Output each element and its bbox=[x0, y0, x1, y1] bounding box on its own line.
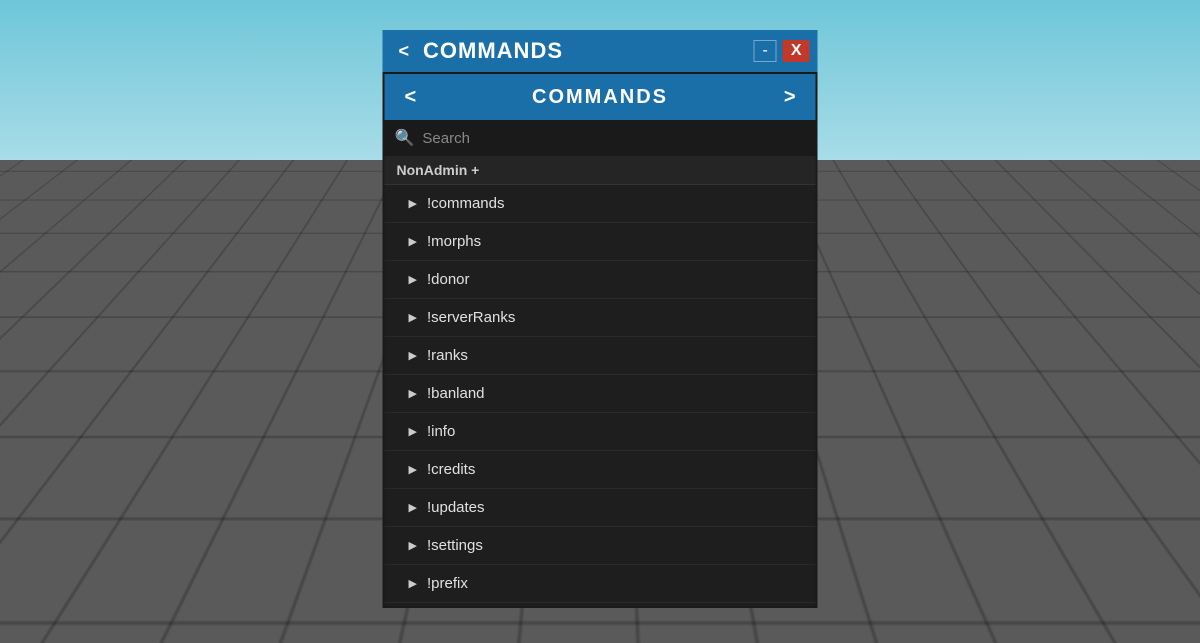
command-item[interactable]: ▶ !ranks bbox=[385, 337, 816, 375]
outer-titlebar: < COMMANDS - X bbox=[383, 30, 818, 72]
command-expand-arrow: ▶ bbox=[409, 425, 417, 438]
command-item[interactable]: ▶ !donor bbox=[385, 261, 816, 299]
nav-right-button[interactable]: > bbox=[774, 84, 806, 111]
command-name-label: !commands bbox=[427, 195, 505, 212]
command-expand-arrow: ▶ bbox=[409, 387, 417, 400]
command-name-label: !updates bbox=[427, 499, 485, 516]
command-name-label: !banland bbox=[427, 385, 485, 402]
command-item[interactable]: ▶ !credits bbox=[385, 451, 816, 489]
command-name-label: !prefix bbox=[427, 575, 468, 592]
command-item[interactable]: ▶ !commands bbox=[385, 185, 816, 223]
inner-titlebar: < COMMANDS > bbox=[385, 74, 816, 120]
commands-dialog: < COMMANDS - X < COMMANDS > 🔍 NonAdmin +… bbox=[383, 30, 818, 608]
close-button[interactable]: X bbox=[783, 40, 810, 62]
command-expand-arrow: ▶ bbox=[409, 501, 417, 514]
command-name-label: !ranks bbox=[427, 347, 468, 364]
command-item[interactable]: ▶ !updates bbox=[385, 489, 816, 527]
outer-title: COMMANDS bbox=[423, 38, 747, 64]
command-name-label: !info bbox=[427, 423, 455, 440]
command-name-label: !donor bbox=[427, 271, 470, 288]
command-name-label: !credits bbox=[427, 461, 475, 478]
minimize-button[interactable]: - bbox=[754, 40, 777, 62]
command-name-label: !morphs bbox=[427, 233, 481, 250]
search-bar: 🔍 bbox=[385, 120, 816, 156]
outer-back-button[interactable]: < bbox=[391, 39, 418, 64]
command-item[interactable]: ▶ !prefix bbox=[385, 565, 816, 603]
command-item[interactable]: ▶ !serverRanks bbox=[385, 299, 816, 337]
command-expand-arrow: ▶ bbox=[409, 311, 417, 324]
command-expand-arrow: ▶ bbox=[409, 577, 417, 590]
command-item[interactable]: ▶ !settings bbox=[385, 527, 816, 565]
command-expand-arrow: ▶ bbox=[409, 349, 417, 362]
command-expand-arrow: ▶ bbox=[409, 463, 417, 476]
search-input[interactable] bbox=[422, 130, 805, 147]
command-name-label: !settings bbox=[427, 537, 483, 554]
command-expand-arrow: ▶ bbox=[409, 197, 417, 210]
command-item[interactable]: ▶ !banland bbox=[385, 375, 816, 413]
command-expand-arrow: ▶ bbox=[409, 235, 417, 248]
command-expand-arrow: ▶ bbox=[409, 273, 417, 286]
nav-left-button[interactable]: < bbox=[395, 84, 427, 111]
command-item[interactable]: ▶ !morphs bbox=[385, 223, 816, 261]
search-icon: 🔍 bbox=[395, 128, 415, 148]
category-header: NonAdmin + bbox=[385, 156, 816, 185]
command-name-label: !serverRanks bbox=[427, 309, 515, 326]
commands-list-area[interactable]: NonAdmin + ▶ !commands ▶ !morphs ▶ !donor ▶ !se… bbox=[385, 156, 816, 606]
commands-list: ▶ !commands ▶ !morphs ▶ !donor ▶ !serverRanks ▶!… bbox=[385, 185, 816, 603]
inner-title: COMMANDS bbox=[426, 86, 774, 109]
inner-panel: < COMMANDS > 🔍 NonAdmin + ▶ !commands ▶ !mo… bbox=[383, 72, 818, 608]
command-expand-arrow: ▶ bbox=[409, 539, 417, 552]
command-item[interactable]: ▶ !info bbox=[385, 413, 816, 451]
